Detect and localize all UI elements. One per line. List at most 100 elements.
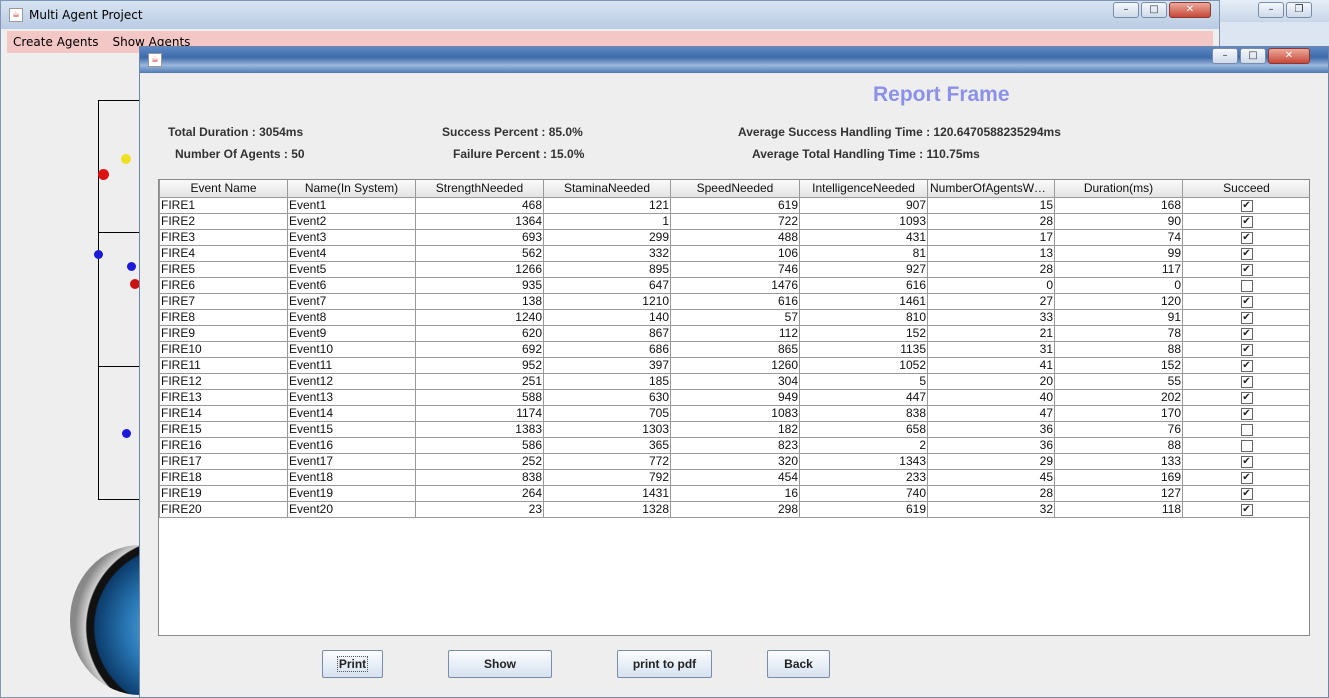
table-cell[interactable]: 120 [1054, 292, 1183, 310]
table-cell[interactable]: 686 [543, 340, 671, 358]
column-header[interactable]: IntelligenceNeeded [799, 180, 928, 198]
back-button[interactable]: Back [767, 650, 830, 678]
table-cell[interactable]: 55 [1054, 372, 1183, 390]
table-cell[interactable]: 2 [799, 436, 928, 454]
table-cell[interactable]: Event9 [287, 324, 416, 342]
table-cell[interactable]: 1266 [415, 260, 544, 278]
table-row[interactable]: FIRE14 Event14 1174 705 1083 838 47 170 ✔ [159, 404, 1309, 422]
table-cell[interactable]: FIRE4 [159, 244, 288, 262]
table-cell[interactable]: 952 [415, 356, 544, 374]
succeed-cell[interactable]: ✔ [1182, 372, 1309, 390]
table-cell[interactable]: 397 [543, 356, 671, 374]
succeed-cell[interactable]: ✔ [1182, 404, 1309, 422]
table-row[interactable]: FIRE3 Event3 693 299 488 431 17 74 ✔ [159, 228, 1309, 246]
succeed-cell[interactable]: ✔ [1182, 484, 1309, 502]
table-cell[interactable]: 722 [670, 212, 800, 230]
column-header[interactable]: Event Name [159, 180, 288, 198]
table-cell[interactable]: 586 [415, 436, 544, 454]
table-cell[interactable]: 138 [415, 292, 544, 310]
report-minimize-button[interactable]: – [1212, 48, 1238, 64]
succeed-cell[interactable]: ✔ [1182, 228, 1309, 246]
table-cell[interactable]: 619 [670, 196, 800, 214]
succeed-cell[interactable]: ✔ [1182, 292, 1309, 310]
table-cell[interactable]: Event14 [287, 404, 416, 422]
checked-checkbox-icon[interactable]: ✔ [1240, 407, 1253, 420]
table-cell[interactable]: 169 [1054, 468, 1183, 486]
checked-checkbox-icon[interactable]: ✔ [1240, 247, 1253, 260]
main-minimize-button[interactable]: – [1113, 2, 1139, 18]
table-cell[interactable]: 13 [927, 244, 1055, 262]
succeed-cell[interactable]: ✔ [1182, 356, 1309, 374]
table-cell[interactable]: 1052 [799, 356, 928, 374]
table-cell[interactable]: 28 [927, 212, 1055, 230]
table-cell[interactable]: 202 [1054, 388, 1183, 406]
succeed-cell[interactable]: ✔ [1182, 260, 1309, 278]
table-cell[interactable]: 1431 [543, 484, 671, 502]
table-cell[interactable]: 1476 [670, 276, 800, 294]
table-cell[interactable]: 865 [670, 340, 800, 358]
bg-restore-button[interactable]: ❐ [1286, 2, 1312, 18]
bg-minimize-button[interactable]: – [1258, 2, 1284, 18]
table-cell[interactable]: 365 [543, 436, 671, 454]
column-header[interactable]: StrengthNeeded [415, 180, 544, 198]
checked-checkbox-icon[interactable]: ✔ [1240, 263, 1253, 276]
table-cell[interactable]: 17 [927, 228, 1055, 246]
unchecked-checkbox-icon[interactable] [1240, 423, 1253, 436]
main-close-button[interactable]: ✕ [1169, 2, 1211, 18]
table-cell[interactable]: Event12 [287, 372, 416, 390]
checked-checkbox-icon[interactable]: ✔ [1240, 487, 1253, 500]
table-cell[interactable]: FIRE12 [159, 372, 288, 390]
table-cell[interactable]: 468 [415, 196, 544, 214]
table-row[interactable]: FIRE11 Event11 952 397 1260 1052 41 152 ✔ [159, 356, 1309, 374]
report-table[interactable]: Event Name Name(In System) StrengthNeeded S… [158, 179, 1310, 636]
checked-checkbox-icon[interactable]: ✔ [1240, 343, 1253, 356]
table-row[interactable]: FIRE1 Event1 468 121 619 907 15 168 ✔ [159, 196, 1309, 214]
table-cell[interactable]: FIRE19 [159, 484, 288, 502]
table-cell[interactable]: 91 [1054, 308, 1183, 326]
table-cell[interactable]: FIRE2 [159, 212, 288, 230]
checked-checkbox-icon[interactable]: ✔ [1240, 359, 1253, 372]
menu-create-agents[interactable]: Create Agents [13, 35, 98, 49]
table-cell[interactable]: 935 [415, 276, 544, 294]
table-cell[interactable]: 117 [1054, 260, 1183, 278]
checked-checkbox-icon[interactable]: ✔ [1240, 311, 1253, 324]
table-cell[interactable]: 168 [1054, 196, 1183, 214]
table-cell[interactable]: FIRE1 [159, 196, 288, 214]
table-cell[interactable]: 320 [670, 452, 800, 470]
checked-checkbox-icon[interactable]: ✔ [1240, 391, 1253, 404]
table-cell[interactable]: 616 [670, 292, 800, 310]
succeed-cell[interactable]: ✔ [1182, 196, 1309, 214]
table-cell[interactable]: Event1 [287, 196, 416, 214]
table-cell[interactable]: 29 [927, 452, 1055, 470]
table-cell[interactable]: 15 [927, 196, 1055, 214]
table-cell[interactable]: 170 [1054, 404, 1183, 422]
table-cell[interactable]: 133 [1054, 452, 1183, 470]
table-cell[interactable]: 78 [1054, 324, 1183, 342]
table-cell[interactable]: Event10 [287, 340, 416, 358]
table-cell[interactable]: 1210 [543, 292, 671, 310]
table-cell[interactable]: 1364 [415, 212, 544, 230]
table-cell[interactable]: 1093 [799, 212, 928, 230]
table-row[interactable]: FIRE19 Event19 264 1431 16 740 28 127 ✔ [159, 484, 1309, 502]
table-row[interactable]: FIRE5 Event5 1266 895 746 927 28 117 ✔ [159, 260, 1309, 278]
column-header[interactable]: Name(In System) [287, 180, 416, 198]
table-cell[interactable]: Event6 [287, 276, 416, 294]
checked-checkbox-icon[interactable]: ✔ [1240, 455, 1253, 468]
table-cell[interactable]: FIRE6 [159, 276, 288, 294]
table-cell[interactable]: 454 [670, 468, 800, 486]
table-row[interactable]: FIRE18 Event18 838 792 454 233 45 169 ✔ [159, 468, 1309, 486]
table-cell[interactable]: 81 [799, 244, 928, 262]
table-cell[interactable]: 20 [927, 372, 1055, 390]
table-row[interactable]: FIRE10 Event10 692 686 865 1135 31 88 ✔ [159, 340, 1309, 358]
table-cell[interactable]: 1383 [415, 420, 544, 438]
checked-checkbox-icon[interactable]: ✔ [1240, 295, 1253, 308]
table-cell[interactable]: 47 [927, 404, 1055, 422]
table-cell[interactable]: 1174 [415, 404, 544, 422]
table-cell[interactable]: FIRE3 [159, 228, 288, 246]
table-cell[interactable]: 127 [1054, 484, 1183, 502]
table-cell[interactable]: 1135 [799, 340, 928, 358]
table-cell[interactable]: Event19 [287, 484, 416, 502]
table-cell[interactable]: FIRE10 [159, 340, 288, 358]
table-cell[interactable]: 1303 [543, 420, 671, 438]
table-cell[interactable]: 252 [415, 452, 544, 470]
